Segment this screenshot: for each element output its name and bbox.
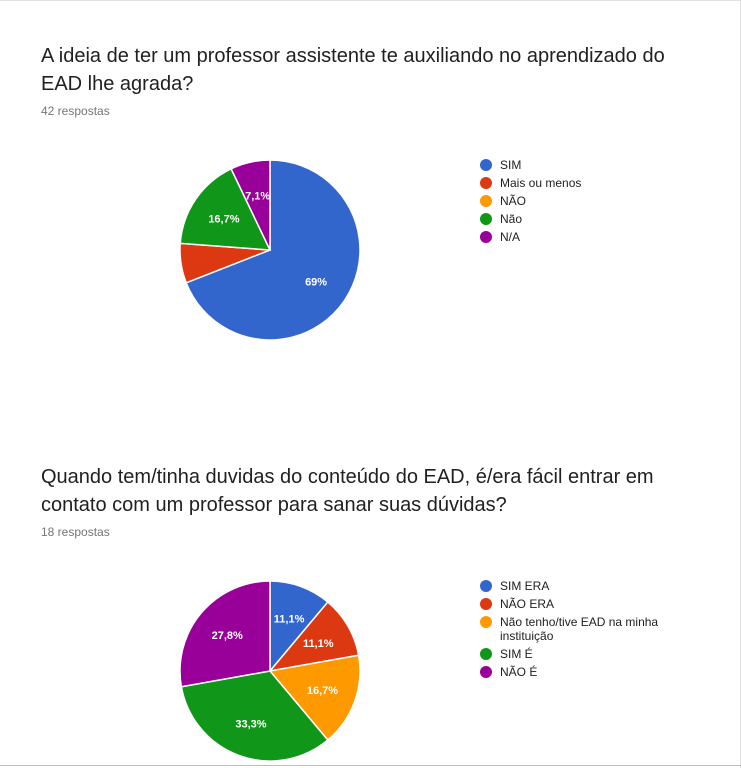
- legend-swatch: [480, 666, 492, 678]
- slice-value-label: 27,8%: [212, 630, 243, 642]
- legend-label: Não tenho/tive EAD na minha instituição: [500, 615, 659, 643]
- legend-swatch: [480, 231, 492, 243]
- legend-item-sim-e[interactable]: SIM É: [480, 647, 670, 661]
- response-count: 18 respostas: [41, 525, 110, 539]
- legend-item-nao-tenho-tive-ead-na-minha-instituicao[interactable]: Não tenho/tive EAD na minha instituição: [480, 615, 670, 643]
- legend-item-nao[interactable]: NÃO: [480, 194, 670, 208]
- legend-swatch: [480, 580, 492, 592]
- legend-item-nao-era[interactable]: NÃO ERA: [480, 597, 670, 611]
- legend-label: SIM ERA: [500, 579, 550, 593]
- pie-chart[interactable]: 11,1% 11,1% 16,7% 33,3% 27,8%: [175, 576, 365, 766]
- legend-swatch: [480, 598, 492, 610]
- legend-swatch: [480, 177, 492, 189]
- slice-value-label: 16,7%: [208, 214, 239, 226]
- legend-label: NÃO É: [500, 665, 538, 679]
- legend-swatch: [480, 159, 492, 171]
- legend-item-sim[interactable]: SIM: [480, 158, 670, 172]
- chart-legend: SIM Mais ou menos NÃO Não N/A: [480, 158, 670, 248]
- legend-swatch: [480, 648, 492, 660]
- legend-swatch: [480, 616, 492, 628]
- legend-label: N/A: [500, 230, 521, 244]
- slice-value-label: 33,3%: [235, 718, 266, 730]
- legend-label: SIM É: [500, 647, 533, 661]
- slice-value-label: 16,7%: [307, 685, 338, 697]
- legend-label: SIM: [500, 158, 522, 172]
- chart-legend: SIM ERA NÃO ERA Não tenho/tive EAD na minh…: [480, 579, 670, 683]
- legend-item-nao[interactable]: Não: [480, 212, 670, 226]
- chart-card-2: Quando tem/tinha duvidas do conteúdo do …: [0, 430, 741, 768]
- legend-item-mais-ou-menos[interactable]: Mais ou menos: [480, 176, 670, 190]
- question-title: Quando tem/tinha duvidas do conteúdo do …: [41, 466, 654, 516]
- legend-swatch: [480, 213, 492, 225]
- legend-item-n-a[interactable]: N/A: [480, 230, 670, 244]
- bottom-border: [0, 765, 741, 766]
- slice-value-label: 11,1%: [274, 614, 305, 626]
- legend-item-sim-era[interactable]: SIM ERA: [480, 579, 670, 593]
- legend-label: NÃO: [500, 194, 527, 208]
- pie-chart[interactable]: 69% 16,7% 7,1%: [175, 155, 365, 345]
- legend-swatch: [480, 195, 492, 207]
- chart-card-1: A ideia de ter um professor assistente t…: [0, 0, 741, 430]
- response-count: 42 respostas: [41, 104, 110, 118]
- slice-value-label: 11,1%: [303, 638, 334, 650]
- legend-label: Mais ou menos: [500, 176, 582, 190]
- slice-value-label: 7,1%: [245, 191, 270, 203]
- legend-label: Não: [500, 212, 523, 226]
- legend-label: NÃO ERA: [500, 597, 555, 611]
- question-title: A ideia de ter um professor assistente t…: [41, 45, 665, 95]
- legend-item-nao-e[interactable]: NÃO É: [480, 665, 670, 679]
- slice-value-label: 69%: [305, 276, 327, 288]
